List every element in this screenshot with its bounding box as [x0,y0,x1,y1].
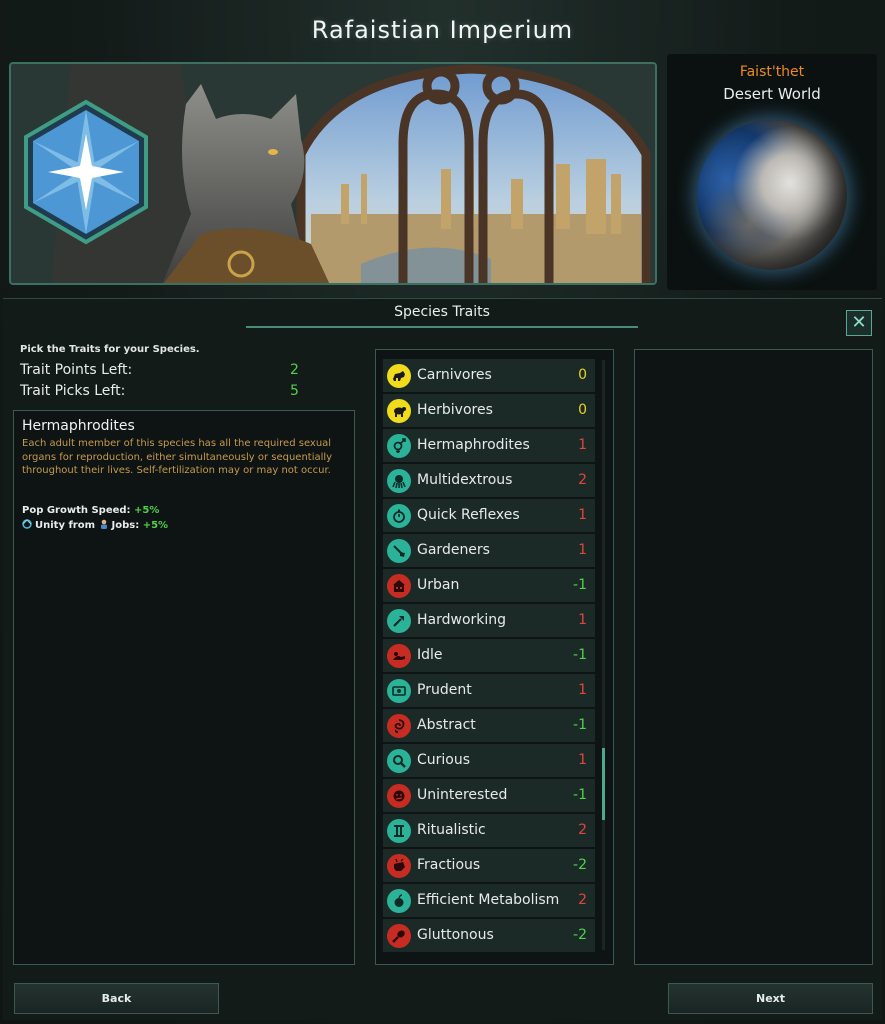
fist-icon [387,854,411,878]
trait-row[interactable]: Idle -1 [383,639,595,673]
trait-cost: 0 [578,402,587,418]
trait-row[interactable]: Quick Reflexes 1 [383,499,595,533]
bored-face-icon [387,784,411,808]
trait-row[interactable]: Gardeners 1 [383,534,595,568]
trait-name: Prudent [417,682,472,698]
building-icon [387,574,411,598]
trait-name: Hardworking [417,612,507,628]
effect-unity-label: Jobs: [111,520,140,531]
trait-name: Gardeners [417,542,490,558]
scrollbar-thumb[interactable] [602,748,605,820]
description-text: Each adult member of this species has al… [22,438,333,476]
trait-cost: -1 [573,647,587,663]
trait-name: Ritualistic [417,822,486,838]
trait-row[interactable]: Fractious -2 [383,849,595,883]
empire-title: Rafaistian Imperium [311,16,574,44]
magnifier-icon [387,749,411,773]
carnivore-icon [387,364,411,388]
trait-row[interactable]: Efficient Metabolism 2 [383,884,595,918]
trait-cost: -2 [573,857,587,873]
trait-name: Curious [417,752,471,768]
trait-points-label: Trait Points Left: [20,362,133,378]
trait-cost: 1 [578,682,587,698]
effect-pop-growth-label: Pop Growth Speed: [22,505,131,516]
trait-row[interactable]: Multidextrous 2 [383,464,595,498]
section-header: Species Traits [246,304,638,328]
trait-name: Efficient Metabolism [417,892,560,908]
trait-name: Fractious [417,857,481,873]
effect-unity-value: +5% [142,520,169,531]
trait-cost: 1 [578,612,587,628]
trait-row[interactable]: Gluttonous -2 [383,919,595,953]
shovel-icon [387,539,411,563]
trait-name: Gluttonous [417,927,494,943]
trait-row[interactable]: Urban -1 [383,569,595,603]
pop-icon [99,519,109,529]
trait-cost: 1 [578,507,587,523]
unity-icon [22,519,32,529]
trait-row[interactable]: Hardworking 1 [383,604,595,638]
trait-name: Uninterested [417,787,508,803]
stopwatch-icon [387,504,411,528]
trait-cost: 2 [578,472,587,488]
trait-row[interactable]: Prudent 1 [383,674,595,708]
trait-name: Multidextrous [417,472,513,488]
trait-row[interactable]: Hermaphrodites 1 [383,429,595,463]
trait-name: Idle [417,647,443,663]
effect-unity-prefix: Unity from [35,520,96,531]
pick-hint: Pick the Traits for your Species. [20,344,200,355]
trait-name: Quick Reflexes [417,507,520,523]
species-portrait-banner [9,62,657,285]
pillar-icon [387,819,411,843]
selected-traits-list [634,349,873,965]
trait-name: Hermaphrodites [417,437,530,453]
octopus-icon [387,469,411,493]
trait-cost: 2 [578,892,587,908]
swirl-icon [387,714,411,738]
trait-cost: 1 [578,437,587,453]
trait-description-box: Hermaphrodites Each adult member of this… [13,410,355,965]
trait-cost: 1 [578,752,587,768]
trait-row[interactable]: Curious 1 [383,744,595,778]
trait-points-value: 2 [290,362,299,378]
drumstick-icon [387,924,411,948]
trait-name: Carnivores [417,367,492,383]
back-button[interactable]: Back [14,983,219,1014]
lounging-icon [387,644,411,668]
effect-pop-growth: Pop Growth Speed: +5% [22,505,159,516]
hermaphrodite-icon [387,434,411,458]
herbivore-icon [387,399,411,423]
trait-cost: 1 [578,542,587,558]
trait-name: Abstract [417,717,476,733]
effect-unity: Unity from Jobs: +5% [22,519,168,531]
trait-row[interactable]: Herbivores 0 [383,394,595,428]
trait-cost: -1 [573,787,587,803]
trait-picks-value: 5 [290,383,299,399]
trait-cost: -1 [573,577,587,593]
trait-cost: -2 [573,927,587,943]
next-button[interactable]: Next [668,983,873,1014]
planet-globe-image [697,120,847,270]
planet-type: Desert World [723,85,821,103]
trait-row[interactable]: Carnivores 0 [383,359,595,393]
trait-row[interactable]: Ritualistic 2 [383,814,595,848]
planet-name: Faist'thet [739,64,805,80]
apple-icon [387,889,411,913]
effect-pop-growth-value: +5% [134,505,160,516]
trait-picks-label: Trait Picks Left: [20,383,126,399]
trait-cost: 0 [578,367,587,383]
trait-row[interactable]: Uninterested -1 [383,779,595,813]
hammer-icon [387,609,411,633]
trait-name: Urban [417,577,460,593]
money-icon [387,679,411,703]
trait-row[interactable]: Abstract -1 [383,709,595,743]
close-button[interactable]: ✕ [846,310,872,336]
homeworld-panel: Faist'thet Desert World [667,54,877,290]
trait-name: Herbivores [417,402,493,418]
description-title: Hermaphrodites [22,418,135,434]
trait-cost: 2 [578,822,587,838]
trait-cost: -1 [573,717,587,733]
trait-list-scrollbar[interactable] [602,360,605,950]
